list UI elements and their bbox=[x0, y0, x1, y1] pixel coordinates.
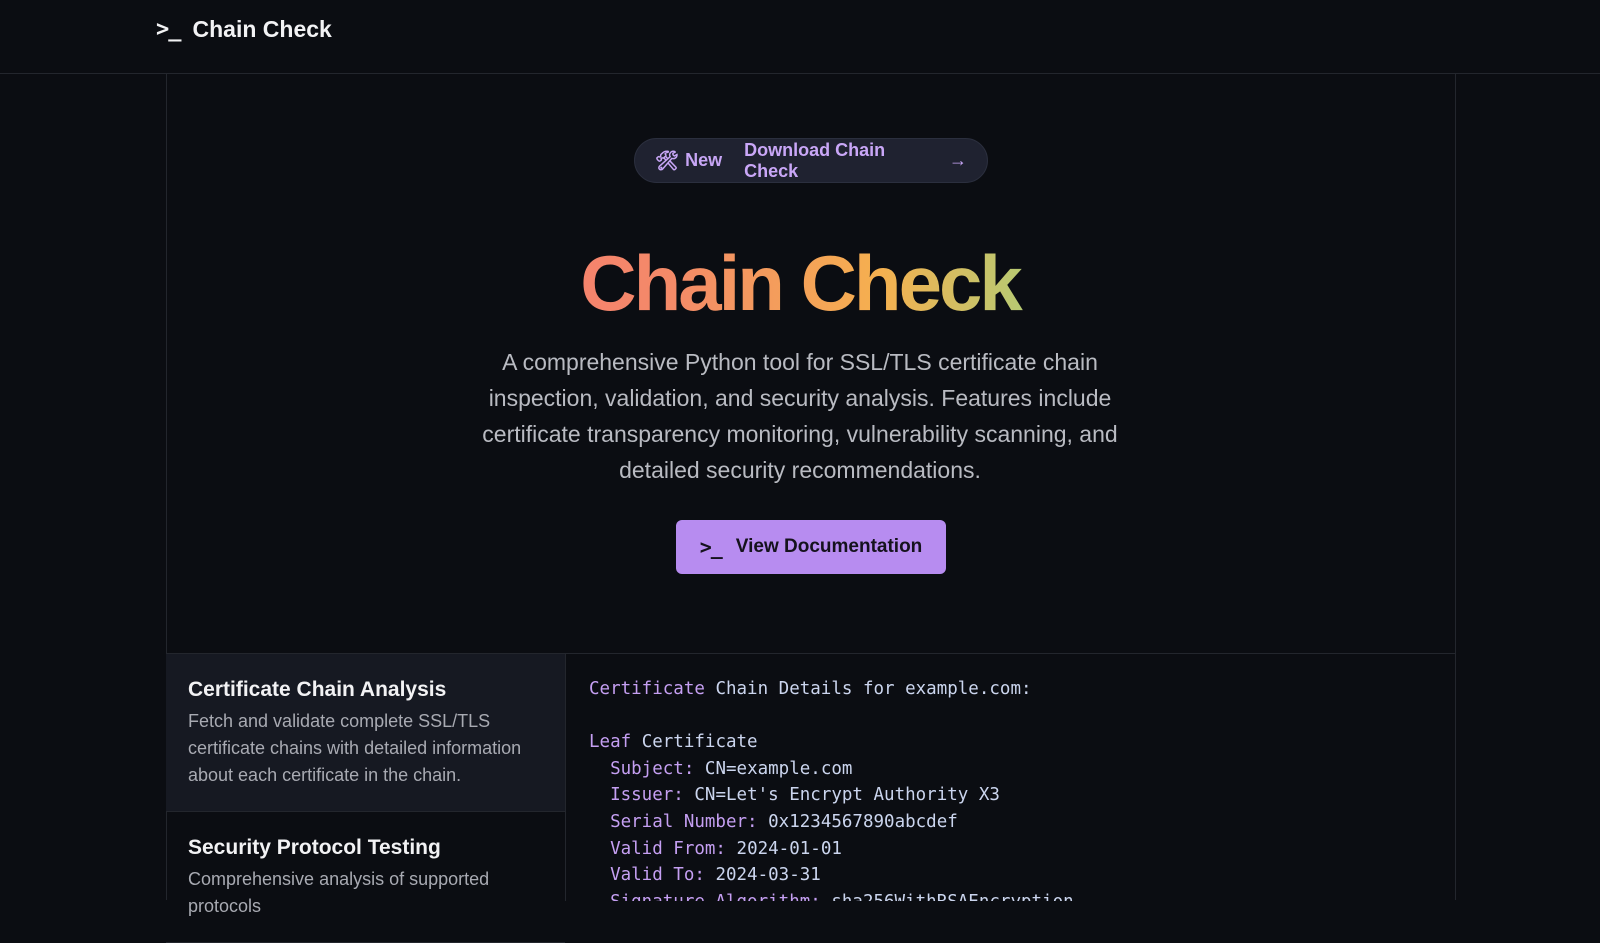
new-badge: 🛠 New bbox=[655, 149, 722, 173]
code-header-key: Certificate bbox=[589, 679, 705, 699]
code-header-rest: Chain Details for example.com: bbox=[704, 679, 1032, 699]
brand-name: Chain Check bbox=[192, 15, 332, 42]
new-badge-label: New bbox=[685, 150, 723, 170]
code-field-value: 0x1234567890abcdef bbox=[768, 811, 958, 832]
hero-description: A comprehensive Python tool for SSL/TLS … bbox=[482, 349, 1118, 483]
terminal-prompt-icon: >_ bbox=[699, 535, 723, 559]
download-link[interactable]: Download Chain Check bbox=[744, 140, 931, 182]
view-documentation-button[interactable]: >_ View Documentation bbox=[676, 520, 946, 574]
hero-title: Chain Check bbox=[0, 238, 1600, 329]
announcement-pill[interactable]: 🛠 New Download Chain Check → bbox=[634, 138, 988, 183]
features-section: Certificate Chain Analysis Fetch and val… bbox=[166, 653, 1456, 943]
feature-title: Security Protocol Testing bbox=[188, 836, 441, 859]
code-field-key: Subject: bbox=[610, 758, 695, 779]
code-section-rest: Certificate bbox=[631, 732, 758, 753]
code-field-value: 2024-01-01 bbox=[736, 838, 842, 859]
code-field-value: 2024-03-31 bbox=[715, 865, 821, 886]
code-section-key: Leaf bbox=[589, 732, 632, 753]
code-field-value: CN=Let's Encrypt Authority X3 bbox=[694, 785, 1000, 806]
feature-description: Fetch and validate complete SSL/TLS cert… bbox=[188, 711, 522, 785]
top-navigation-bar: >_ Chain Check bbox=[0, 0, 1600, 74]
code-field-key: Valid To: bbox=[610, 865, 705, 886]
hammer-and-wrench-icon: 🛠 bbox=[655, 150, 680, 172]
feature-description: Comprehensive analysis of supported prot… bbox=[188, 869, 490, 916]
brand-logo-link[interactable]: >_ Chain Check bbox=[156, 14, 332, 44]
view-documentation-label: View Documentation bbox=[735, 536, 923, 557]
feature-item-certificate-chain-analysis[interactable]: Certificate Chain Analysis Fetch and val… bbox=[166, 654, 565, 812]
terminal-prompt-icon: >_ bbox=[156, 16, 181, 42]
code-sample-panel: Certificate Chain Details for example.co… bbox=[567, 654, 1456, 901]
feature-item-security-protocol-testing[interactable]: Security Protocol Testing Comprehensive … bbox=[166, 812, 565, 943]
code-field-key: Serial Number: bbox=[610, 811, 758, 832]
code-field-key: Valid From: bbox=[610, 838, 726, 859]
arrow-right-icon: → bbox=[949, 150, 967, 170]
code-field-value: CN=example.com bbox=[704, 758, 853, 779]
code-field-key: Issuer: bbox=[610, 785, 684, 806]
feature-title: Certificate Chain Analysis bbox=[188, 678, 447, 701]
feature-list: Certificate Chain Analysis Fetch and val… bbox=[166, 654, 566, 943]
